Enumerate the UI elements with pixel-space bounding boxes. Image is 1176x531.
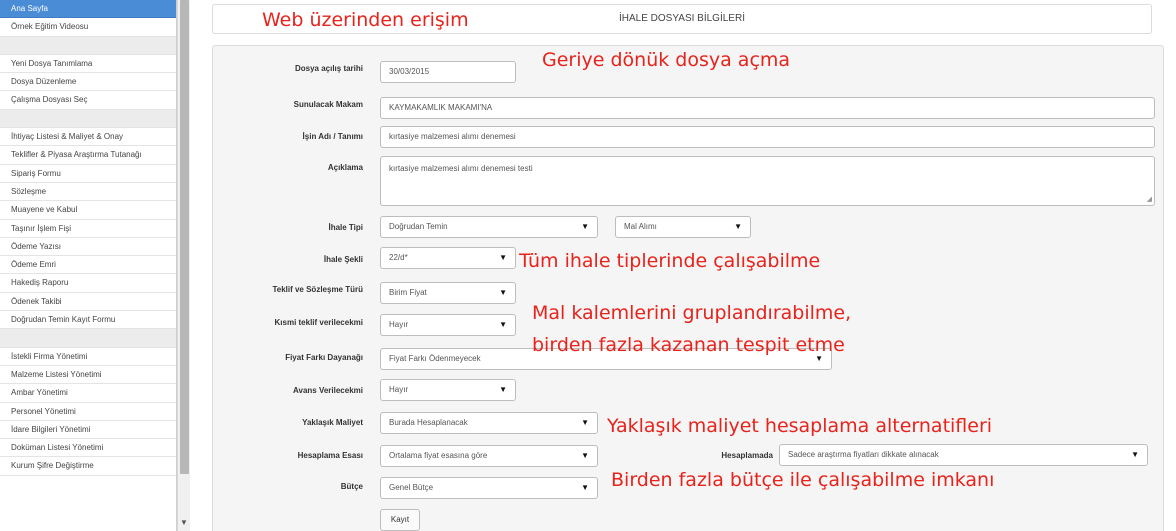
sidebar-item[interactable]: Ödeme Yazısı — [0, 237, 176, 257]
sidebar-item[interactable]: Sözleşme — [0, 182, 176, 202]
dropdown-arrow-icon: ▼ — [581, 483, 589, 492]
sidebar-spacer — [0, 109, 176, 129]
label-dosya-acilis: Dosya açılış tarihi — [294, 64, 363, 73]
sidebar-item[interactable]: İdare Bilgileri Yönetimi — [0, 420, 176, 440]
label-isin-adi: İşin Adı / Tanımı — [302, 132, 363, 141]
kismi-teklif-select[interactable]: Hayır ▼ — [380, 314, 516, 336]
butce-select[interactable]: Genel Bütçe ▼ — [380, 477, 598, 499]
sidebar-spacer — [0, 329, 176, 348]
label-hesaplama-esasi: Hesaplama Esası — [297, 451, 363, 460]
sidebar-item[interactable]: Örnek Eğitim Videosu — [0, 18, 176, 37]
ihale-sekli-value: 22/d* — [389, 253, 408, 262]
annotation-geriye-donuk: Geriye dönük dosya açma — [542, 49, 791, 71]
avans-select[interactable]: Hayır ▼ — [380, 379, 516, 401]
yaklasik-maliyet-value: Burada Hesaplanacak — [389, 418, 468, 427]
page: Ana Sayfa Örnek Eğitim Videosu Yeni Dosya … — [0, 0, 1176, 531]
sidebar-item[interactable]: Taşınır İşlem Fişi — [0, 219, 176, 238]
dropdown-arrow-icon: ▼ — [734, 222, 742, 231]
sidebar-item[interactable]: Malzeme Listesi Yönetimi — [0, 365, 176, 385]
label-kismi-teklif: Kısmi teklif verilecekmi — [274, 318, 364, 327]
label-avans: Avans Verilecekmi — [293, 386, 363, 395]
dropdown-arrow-icon: ▼ — [581, 222, 589, 231]
sidebar-scrollbar[interactable]: ▼ — [177, 0, 190, 531]
teklif-turu-select[interactable]: Birim Fiyat ▼ — [380, 282, 516, 304]
annotation-web-erisim: Web üzerinden erişim — [262, 9, 469, 31]
sidebar-item[interactable]: Dosya Düzenleme — [0, 73, 176, 92]
sidebar-item[interactable]: Hakediş Raporu — [0, 274, 176, 293]
label-yaklasik-maliyet: Yaklaşık Maliyet — [302, 418, 363, 427]
scrollbar-thumb[interactable] — [180, 0, 189, 474]
sidebar-item[interactable]: Doküman Listesi Yönetimi — [0, 439, 176, 458]
ihale-sekli-select[interactable]: 22/d* ▼ — [380, 247, 516, 269]
label-butce: Bütçe — [340, 482, 363, 491]
scroll-down-arrow-icon[interactable]: ▼ — [178, 517, 190, 529]
sidebar-spacer — [0, 36, 176, 55]
sidebar-item[interactable]: Kurum Şifre Değiştirme — [0, 457, 176, 476]
label-aciklama: Açıklama — [327, 163, 363, 172]
label-ihale-sekli: İhale Şekli — [323, 255, 363, 264]
sidebar-item[interactable]: Teklifler & Piyasa Araştırma Tutanağı — [0, 146, 176, 165]
hesaplama-esasi-value: Ortalama fiyat esasına göre — [389, 451, 488, 460]
sidebar-item[interactable]: Personel Yönetimi — [0, 402, 176, 421]
dropdown-arrow-icon: ▼ — [581, 418, 589, 427]
sidebar-item[interactable]: Sipariş Formu — [0, 164, 176, 183]
label-hesaplamada: Hesaplamada — [721, 451, 773, 460]
label-sunulacak-makam: Sunulacak Makam — [293, 100, 363, 109]
annotation-tum-ihale: Tüm ihale tiplerinde çalışabilme — [519, 250, 821, 272]
aciklama-text: kırtasiye malzemesi alımı denemesi testi — [389, 164, 533, 173]
sidebar-item[interactable]: Ana Sayfa — [0, 0, 176, 19]
alim-turu-select[interactable]: Mal Alımı ▼ — [615, 216, 751, 238]
aciklama-textarea[interactable]: kırtasiye malzemesi alımı denemesi testi… — [380, 156, 1155, 206]
dropdown-arrow-icon: ▼ — [499, 253, 507, 262]
annotation-yaklasik-maliyet: Yaklaşık maliyet hesaplama alternatifler… — [607, 415, 993, 437]
yaklasik-maliyet-select[interactable]: Burada Hesaplanacak ▼ — [380, 412, 598, 434]
dosya-acilis-input[interactable]: 30/03/2015 — [380, 61, 516, 83]
form-panel: Dosya açılış tarihi 30/03/2015 Sunulacak… — [212, 45, 1164, 531]
sidebar-item[interactable]: Çalışma Dosyası Seç — [0, 91, 176, 110]
dropdown-arrow-icon: ▼ — [581, 451, 589, 460]
avans-value: Hayır — [389, 385, 409, 394]
sidebar: Ana Sayfa Örnek Eğitim Videosu Yeni Dosya … — [0, 0, 190, 531]
sidebar-item[interactable]: Ödeme Emri — [0, 256, 176, 275]
sidebar-item[interactable]: Yeni Dosya Tanımlama — [0, 54, 176, 74]
alim-turu-value: Mal Alımı — [624, 222, 657, 231]
sidebar-item[interactable]: Muayene ve Kabul — [0, 201, 176, 220]
hesaplama-esasi-select[interactable]: Ortalama fiyat esasına göre ▼ — [380, 445, 598, 467]
annotation-mal-kalemleri-2: birden fazla kazanan tespit etme — [532, 334, 845, 356]
sidebar-item[interactable]: Ödenek Takibi — [0, 292, 176, 312]
sidebar-item[interactable]: Ambar Yönetimi — [0, 384, 176, 403]
teklif-turu-value: Birim Fiyat — [389, 288, 427, 297]
dropdown-arrow-icon: ▼ — [499, 288, 507, 297]
fiyat-farki-value: Fiyat Farkı Ödenmeyecek — [389, 354, 481, 363]
sidebar-menu: Ana Sayfa Örnek Eğitim Videosu Yeni Dosya … — [0, 0, 177, 531]
sidebar-item[interactable]: Doğrudan Temin Kayıt Formu — [0, 311, 176, 330]
sidebar-item[interactable]: İhtiyaç Listesi & Maliyet & Onay — [0, 128, 176, 147]
annotation-butce: Birden fazla bütçe ile çalışabilme imkan… — [611, 469, 995, 491]
dropdown-arrow-icon: ▼ — [499, 320, 507, 329]
label-teklif-turu: Teklif ve Sözleşme Türü — [272, 285, 363, 294]
kismi-teklif-value: Hayır — [389, 320, 409, 329]
kayit-button[interactable]: Kayıt — [380, 509, 420, 531]
hesaplamada-value: Sadece araştırma fiyatları dikkate alına… — [788, 450, 939, 459]
sidebar-item[interactable]: İstekli Firma Yönetimi — [0, 347, 176, 366]
sunulacak-makam-input[interactable]: KAYMAKAMLIK MAKAMI'NA — [380, 97, 1155, 119]
isin-adi-input[interactable]: kırtasiye malzemesi alımı denemesi — [380, 126, 1155, 148]
dropdown-arrow-icon: ▼ — [1131, 450, 1139, 459]
ihale-tipi-select[interactable]: Doğrudan Temin ▼ — [380, 216, 598, 238]
label-ihale-tipi: İhale Tipi — [328, 223, 363, 232]
butce-value: Genel Bütçe — [389, 483, 434, 492]
resize-handle-icon[interactable]: ◢ — [1147, 196, 1152, 203]
ihale-tipi-value: Doğrudan Temin — [389, 222, 448, 231]
dropdown-arrow-icon: ▼ — [499, 385, 507, 394]
label-fiyat-farki: Fiyat Farkı Dayanağı — [285, 353, 363, 362]
hesaplamada-select[interactable]: Sadece araştırma fiyatları dikkate alına… — [779, 444, 1148, 466]
annotation-mal-kalemleri-1: Mal kalemlerini gruplandırabilme, — [532, 302, 852, 324]
